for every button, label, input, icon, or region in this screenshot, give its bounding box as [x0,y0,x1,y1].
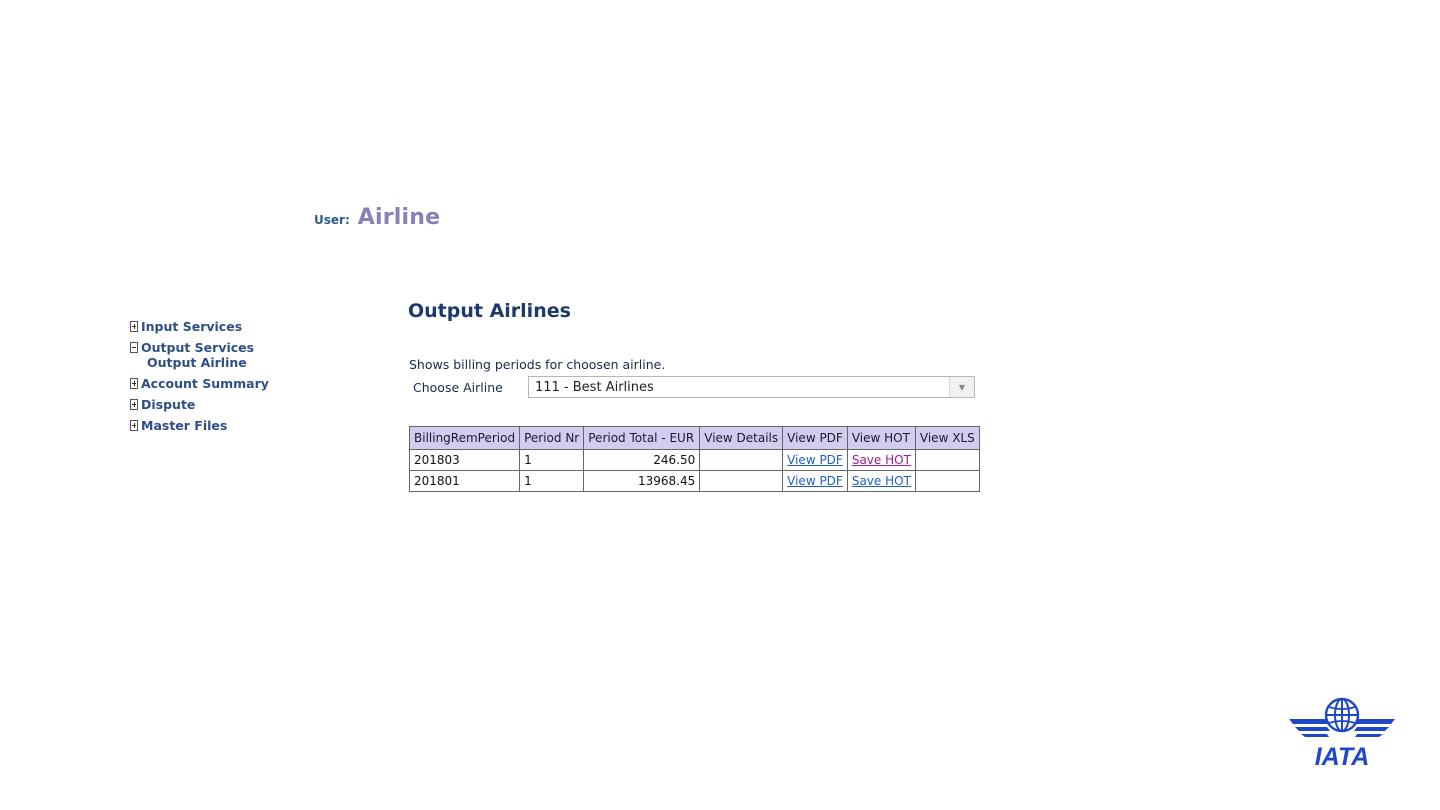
table-row: 201803 1 246.50 View PDF Save HOT [408,449,980,471]
view-details-cell [699,470,784,492]
view-pdf-cell: View PDF [782,449,848,471]
sidebar-subitem-output-airline[interactable]: Output Airline [130,355,330,370]
view-details-cell [699,449,784,471]
sidebar-item-label: Dispute [141,397,196,412]
iata-logo-text: IATA [1315,743,1370,769]
column-header: View PDF [782,426,848,450]
column-header: BillingRemPeriod [408,426,521,450]
airline-select[interactable]: 111 - Best Airlines ▼ [528,376,975,398]
view-xls-cell [914,449,980,471]
user-name: Airline [357,205,441,230]
sidebar-item-label: Master Files [141,418,228,433]
expand-icon[interactable] [130,420,138,431]
choose-airline-row: Choose Airline 111 - Best Airlines ▼ [413,376,975,398]
column-header: View HOT [846,426,916,450]
column-header: Period Total - EUR [583,426,701,450]
page-description: Shows billing periods for choosen airlin… [409,357,666,372]
sidebar-item-output-services[interactable]: Output Services [130,340,330,355]
sidebar-tree: Input Services Output Services Output Ai… [130,319,330,439]
column-header: View Details [699,426,784,450]
expand-icon[interactable] [130,378,138,389]
sidebar-item-master-files[interactable]: Master Files [130,418,330,433]
save-hot-link[interactable]: Save HOT [852,474,911,488]
view-xls-cell [914,470,980,492]
iata-logo: IATA [1289,697,1395,769]
chevron-down-icon[interactable]: ▼ [949,377,974,397]
expand-icon[interactable] [130,321,138,332]
period-cell: 201803 [408,449,521,471]
view-hot-cell: Save HOT [846,449,916,471]
column-header: Period Nr [519,426,585,450]
user-label: User: [314,213,350,227]
period-total-cell: 246.50 [583,449,701,471]
choose-airline-label: Choose Airline [413,379,503,395]
period-total-cell: 13968.45 [583,470,701,492]
sidebar-item-dispute[interactable]: Dispute [130,397,330,412]
sidebar-item-account-summary[interactable]: Account Summary [130,376,330,391]
table-row: 201801 1 13968.45 View PDF Save HOT [408,470,980,492]
expand-icon[interactable] [130,399,138,410]
page: User: Airline Input Services Output Serv… [0,0,1440,810]
save-hot-link[interactable]: Save HOT [852,453,911,467]
view-pdf-link[interactable]: View PDF [787,474,843,488]
sidebar-item-label: Output Services [141,340,255,355]
collapse-icon[interactable] [130,342,138,353]
sidebar-item-label: Account Summary [141,376,269,391]
view-hot-cell: Save HOT [846,470,916,492]
period-nr-cell: 1 [519,470,585,492]
view-pdf-link[interactable]: View PDF [787,453,843,467]
sidebar-item-label: Input Services [141,319,243,334]
view-pdf-cell: View PDF [782,470,848,492]
table-header-row: BillingRemPeriod Period Nr Period Total … [408,426,980,450]
column-header: View XLS [914,426,980,450]
page-title: Output Airlines [408,300,571,322]
airline-select-value: 111 - Best Airlines [535,379,654,395]
sidebar-item-input-services[interactable]: Input Services [130,319,330,334]
billing-periods-table: BillingRemPeriod Period Nr Period Total … [408,426,980,492]
period-cell: 201801 [408,470,521,492]
period-nr-cell: 1 [519,449,585,471]
user-header: User: Airline [314,205,440,230]
